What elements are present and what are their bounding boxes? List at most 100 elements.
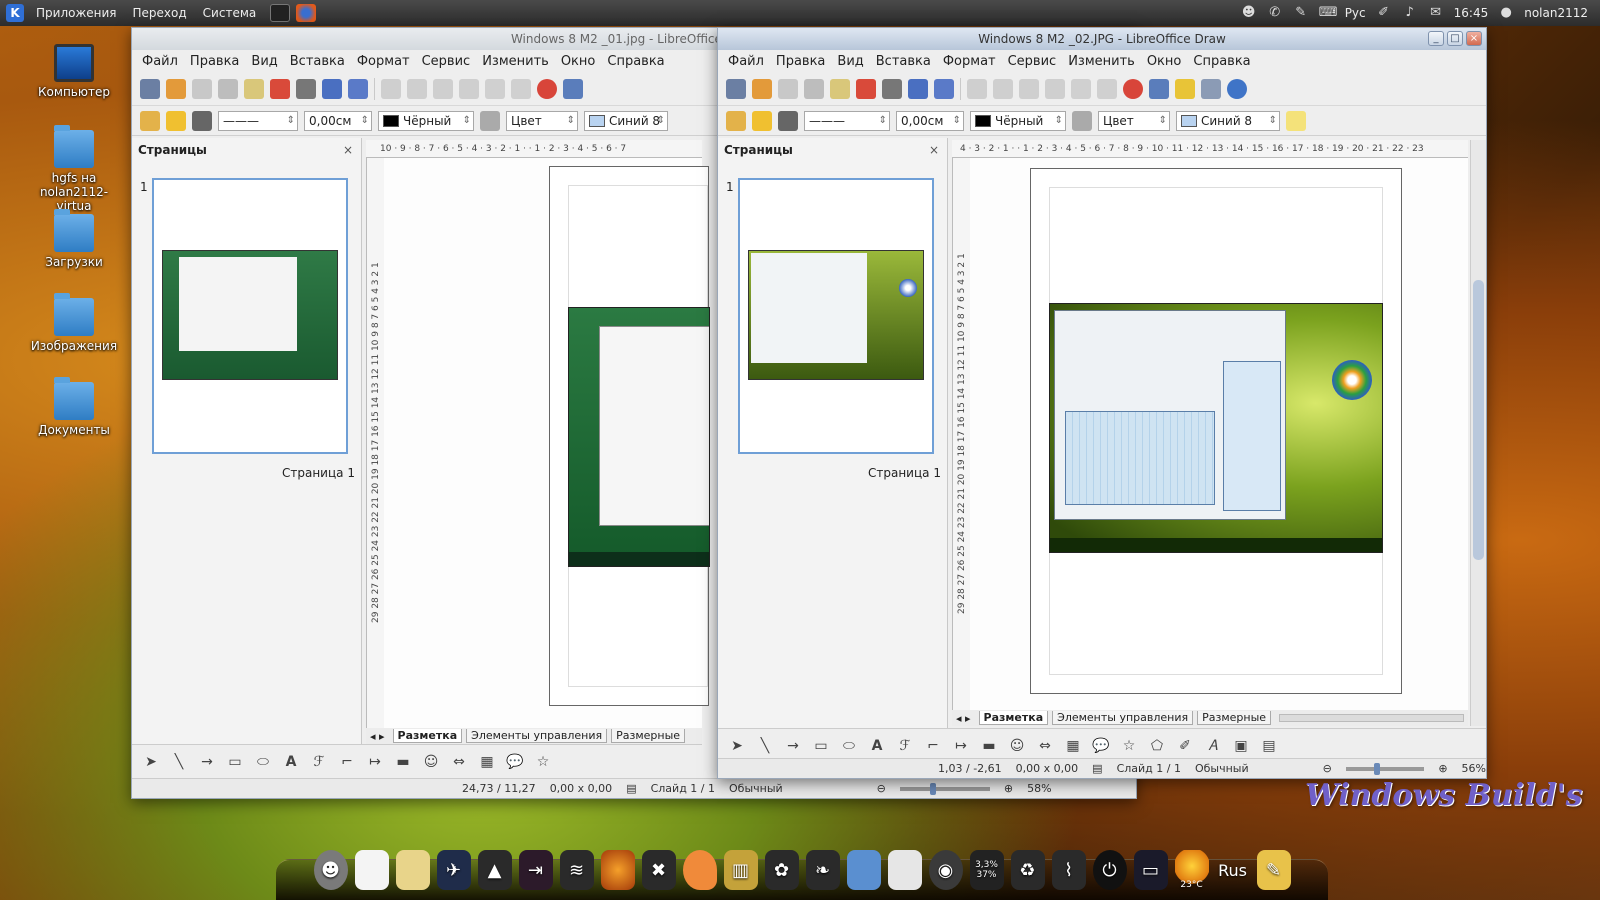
maximize-icon[interactable]: □ [1447,31,1463,46]
user-icon[interactable]: ☻ [313,850,348,890]
area-style-select[interactable]: Цвет [506,110,578,131]
area-style-select[interactable]: Цвет [1098,110,1170,131]
cut-icon[interactable] [381,78,401,99]
tab-controls[interactable]: Элементы управления [1052,711,1194,725]
peach-app-icon[interactable] [682,850,717,890]
stars-icon[interactable]: ☆ [534,753,552,771]
firefox-icon[interactable] [600,850,635,890]
tab-dimensions[interactable]: Размерные [611,729,686,743]
stars-icon[interactable]: ☆ [1120,737,1138,755]
flowchart-icon[interactable]: ▦ [478,753,496,771]
menu-insert[interactable]: Вставка [284,54,351,69]
keyboard-layout[interactable]: Рус [1345,6,1366,20]
line-color-select[interactable]: Чёрный [378,110,474,131]
drawing-canvas[interactable] [970,158,1468,710]
terminal-launcher-icon[interactable] [270,4,291,22]
fill-color-select[interactable]: Синий 8 [584,110,668,131]
text-frame-icon[interactable]: 𝐴 [1204,737,1222,755]
menu-help[interactable]: Справка [1187,54,1256,69]
open-icon[interactable] [752,78,772,99]
minimize-icon[interactable]: _ [1428,31,1444,46]
desktop-icon-hgfs[interactable]: hgfs на nolan2112-virtua [26,125,122,213]
text-tool-icon[interactable]: A [282,753,300,771]
paw-icon[interactable]: ❧ [805,850,840,890]
desktop-icon-downloads[interactable]: Загрузки [26,209,122,269]
styles-icon[interactable] [726,110,746,131]
vertical-ruler[interactable]: 29 28 27 26 25 24 23 22 21 20 19 18 17 1… [952,158,970,710]
points-icon[interactable]: ⬠ [1148,737,1166,755]
arrow-tool-icon[interactable]: → [198,753,216,771]
clone-format-icon[interactable] [459,78,479,99]
library-icon[interactable]: ▥ [723,850,758,890]
files-folder-icon[interactable] [846,850,881,890]
warning-app-icon[interactable]: ▲ [477,850,512,890]
autospell-icon[interactable] [934,78,954,99]
page-thumbnail[interactable] [738,178,934,454]
menu-insert[interactable]: Вставка [870,54,937,69]
user-name[interactable]: nolan2112 [1524,6,1588,20]
zoom-out-icon[interactable]: ⊖ [1323,762,1332,775]
desktop-icon-pictures[interactable]: Изображения [26,293,122,353]
menu-edit[interactable]: Правка [184,54,245,69]
gluepoints-icon[interactable]: ✐ [1176,737,1194,755]
cut-icon[interactable] [967,78,987,99]
new-icon[interactable] [726,78,746,99]
desktop-icon-computer[interactable]: Компьютер [26,44,122,99]
arrow-style-icon[interactable] [778,110,798,131]
horizontal-ruler[interactable]: 4 · 3 · 2 · 1 · · 1 · 2 · 3 · 4 · 5 · 6 … [952,140,1468,158]
applications-menu[interactable]: Приложения [28,0,125,26]
close-window-icon[interactable]: × [1466,31,1482,46]
recycle-icon[interactable]: ♻ [1010,850,1045,890]
shadow-icon[interactable] [1286,110,1306,131]
rectangle-icon[interactable]: ▭ [226,753,244,771]
open-icon[interactable] [166,78,186,99]
weather-icon[interactable]: 23°C [1174,850,1209,890]
export-pdf-icon[interactable] [856,78,876,99]
rectangle-icon[interactable]: ▭ [812,737,830,755]
new-icon[interactable] [140,78,160,99]
redo-icon[interactable] [1097,78,1117,99]
zoom-value[interactable]: 56% [1462,762,1486,775]
volume-icon[interactable]: ♪ [1402,6,1418,20]
zoom-in-icon[interactable]: ⊕ [1438,762,1447,775]
horizontal-ruler[interactable]: 10 · 9 · 8 · 7 · 6 · 5 · 4 · 3 · 2 · 1 ·… [366,140,702,158]
edit-file-icon[interactable] [244,78,264,99]
extrusion-icon[interactable]: ▤ [1260,737,1278,755]
text-editor-icon[interactable] [354,850,389,890]
tab-controls[interactable]: Элементы управления [466,729,608,743]
cpu-monitor[interactable]: 3,3% 37% [969,850,1004,890]
applications-menu-icon[interactable]: K [6,4,24,22]
pencil-folder-icon[interactable]: ✎ [1256,850,1291,890]
print-icon[interactable] [882,78,902,99]
select-icon[interactable]: ➤ [142,753,160,771]
page-thumbnail[interactable] [152,178,348,454]
drawing-canvas[interactable] [384,158,710,728]
close-panel-icon[interactable]: × [929,138,939,162]
firefox-launcher-icon[interactable] [296,4,317,22]
symbol-shapes-icon[interactable]: ☺ [422,753,440,771]
flowchart-icon[interactable]: ▦ [1064,737,1082,755]
line-width-input[interactable]: 0,00см [896,110,964,131]
fontwork-icon[interactable]: ℱ [896,737,914,755]
spellcheck-icon[interactable] [908,78,928,99]
line-icon[interactable] [166,110,186,131]
zoom-value[interactable]: 58% [1027,782,1051,795]
area-icon[interactable] [1072,110,1092,131]
tab-layout[interactable]: Разметка [978,711,1049,725]
notes-icon[interactable] [887,850,922,890]
connector-icon[interactable]: ⌐ [924,737,942,755]
email-icon[interactable] [804,78,824,99]
ellipse-icon[interactable]: ⬭ [840,737,858,755]
save-icon[interactable] [192,78,212,99]
fill-color-select[interactable]: Синий 8 [1176,110,1280,131]
edit-file-icon[interactable] [830,78,850,99]
drawing-page[interactable] [549,166,710,706]
mail-client-icon[interactable]: ✈ [436,850,471,890]
line-tool-icon[interactable]: ╲ [170,753,188,771]
paste-icon[interactable] [1019,78,1039,99]
line-color-select[interactable]: Чёрный [970,110,1066,131]
select-icon[interactable]: ➤ [728,737,746,755]
callouts-icon[interactable]: 💬 [506,753,524,771]
line-icon[interactable] [752,110,772,131]
pin-tray-icon[interactable]: ✎ [1293,6,1309,20]
